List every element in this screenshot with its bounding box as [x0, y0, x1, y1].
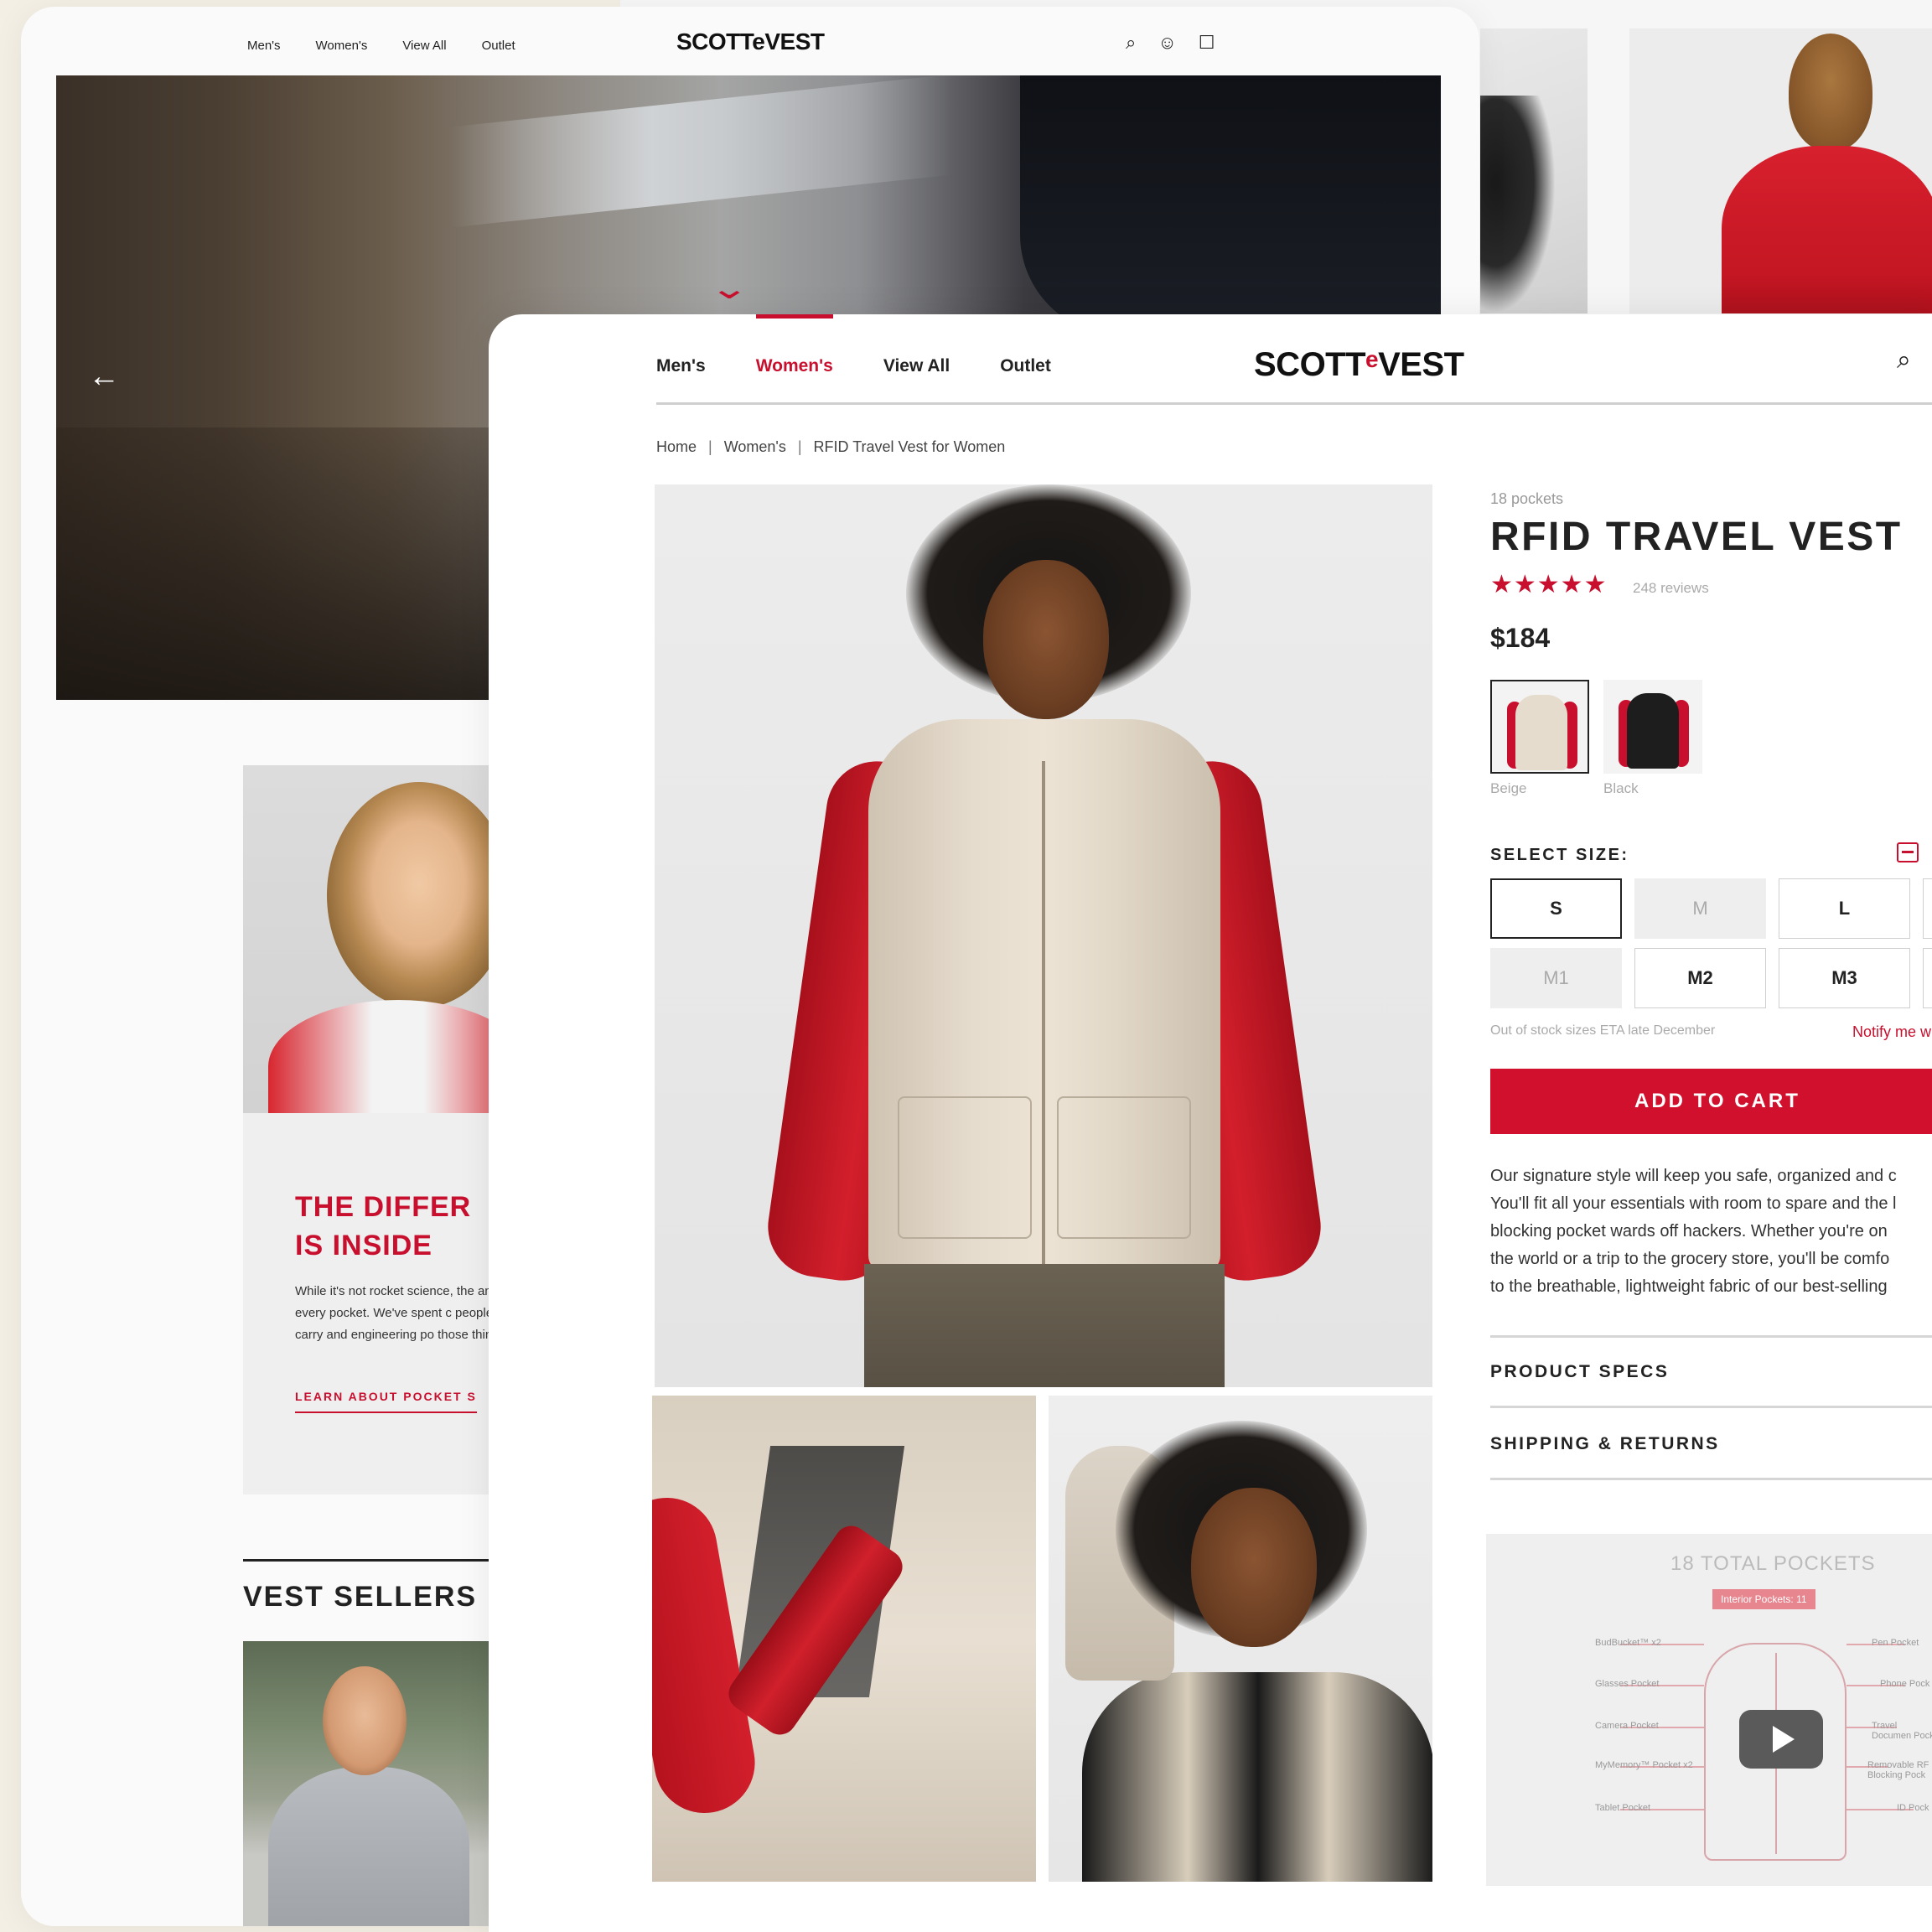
size-button-m3[interactable]: M3 — [1779, 948, 1910, 1008]
product-title: RFID TRAVEL VEST — [1490, 515, 1903, 559]
size-button-partial[interactable] — [1923, 878, 1932, 939]
search-icon[interactable]: ⌕ — [1126, 32, 1136, 54]
size-button-m2[interactable]: M2 — [1634, 948, 1766, 1008]
select-size-label: SELECT SIZE: — [1490, 846, 1629, 864]
chevron-down-icon[interactable]: ⌄ — [709, 271, 749, 306]
breadcrumb-current: RFID Travel Vest for Women — [813, 438, 1006, 455]
nav-link-womens[interactable]: Women's — [755, 314, 833, 376]
account-icon[interactable]: ☺ — [1158, 32, 1176, 54]
size-guide-icon[interactable] — [1897, 842, 1919, 862]
notify-me-link[interactable]: Notify me w — [1852, 1023, 1931, 1041]
size-button-m[interactable]: M — [1634, 878, 1766, 939]
out-of-stock-note: Out of stock sizes ETA late December — [1490, 1023, 1716, 1038]
play-button[interactable] — [1739, 1710, 1823, 1769]
pocket-label: MyMemory™ Pocket x2 — [1595, 1760, 1693, 1770]
accordion-product-specs[interactable]: PRODUCT SPECS — [1490, 1362, 1669, 1382]
feature-text: While it's not rocket science, the and e… — [295, 1284, 510, 1342]
star-rating: ★★★★★ — [1490, 571, 1608, 598]
product-detail-photo-hood[interactable] — [1049, 1396, 1432, 1882]
pocket-map-title: 18 TOTAL POCKETS — [1670, 1552, 1876, 1575]
color-label-black: Black — [1603, 780, 1639, 796]
breadcrumb: Home | Women's | RFID Travel Vest for Wo… — [656, 438, 1006, 456]
pocket-label: Phone Pock — [1880, 1679, 1930, 1689]
pocket-label: Pen Pocket — [1872, 1638, 1919, 1648]
pocket-count: 18 pockets — [1490, 490, 1564, 507]
product-main-photo[interactable] — [655, 484, 1432, 1387]
feature-photo — [243, 765, 520, 1113]
product-nav: Men's Women's View All Outlet — [656, 314, 1101, 376]
product-photo-back — [1629, 28, 1932, 313]
pocket-label: Tablet Pocket — [1595, 1803, 1651, 1813]
color-label-beige: Beige — [1490, 780, 1527, 796]
product-photo-side — [1480, 28, 1588, 313]
size-button-l[interactable]: L — [1779, 878, 1910, 939]
section-divider — [243, 1559, 520, 1562]
pocket-label: Removable RF Blocking Pock — [1867, 1760, 1929, 1780]
color-swatch-beige[interactable] — [1490, 680, 1589, 774]
nav-divider — [656, 402, 1932, 405]
pocket-label: BudBucket™ x2 — [1595, 1638, 1661, 1648]
feature-card: THE DIFFER IS INSIDE While it's not rock… — [243, 765, 520, 1494]
breadcrumb-home[interactable]: Home — [656, 438, 697, 456]
logo[interactable]: SCOTTeVEST — [1254, 346, 1464, 384]
homepage-nav: Men's Women's View All Outlet SCOTTeVEST… — [21, 7, 1479, 75]
learn-more-link[interactable]: LEARN ABOUT POCKET S — [295, 1390, 477, 1413]
pocket-label: Glasses Pocket — [1595, 1679, 1660, 1689]
color-swatch-black[interactable] — [1603, 680, 1702, 774]
price: $184 — [1490, 623, 1551, 653]
play-icon — [1773, 1726, 1795, 1753]
nav-link-mens[interactable]: Men's — [656, 356, 706, 376]
vest-sellers-heading: VEST SELLERS — [243, 1581, 478, 1613]
vest-seller-photo[interactable] — [243, 1641, 495, 1926]
pocket-label: ID Pock — [1897, 1803, 1929, 1813]
nav-link-view-all[interactable]: View All — [883, 356, 950, 376]
search-icon[interactable]: ⌕ — [1897, 346, 1911, 375]
feature-title: THE DIFFER IS INSIDE — [295, 1191, 472, 1261]
review-count[interactable]: 248 reviews — [1633, 580, 1709, 597]
accordion-shipping-returns[interactable]: SHIPPING & RETURNS — [1490, 1434, 1720, 1454]
logo[interactable]: SCOTTeVEST — [676, 28, 825, 55]
size-button-m1[interactable]: M1 — [1490, 948, 1622, 1008]
nav-link-womens[interactable]: Women's — [316, 39, 368, 53]
nav-link-outlet[interactable]: Outlet — [1000, 356, 1051, 376]
nav-link-view-all[interactable]: View All — [402, 39, 446, 53]
pocket-label: Camera Pocket — [1595, 1721, 1659, 1731]
size-button-s[interactable]: S — [1490, 878, 1622, 939]
accordion-divider — [1490, 1478, 1932, 1480]
product-page-window: Men's Women's View All Outlet SCOTTeVEST… — [489, 314, 1932, 1932]
pocket-label: Travel Documen Pock — [1872, 1721, 1932, 1741]
product-detail-photo-pocket[interactable] — [652, 1396, 1036, 1882]
size-button-partial-2[interactable] — [1923, 948, 1932, 1008]
cart-icon[interactable]: ☐ — [1199, 32, 1215, 54]
nav-link-mens[interactable]: Men's — [247, 39, 281, 53]
background-product-photos — [1480, 28, 1932, 313]
accordion-divider — [1490, 1335, 1932, 1338]
product-description: Our signature style will keep you safe, … — [1490, 1167, 1897, 1296]
nav-link-outlet[interactable]: Outlet — [482, 39, 515, 53]
pocket-map-video[interactable]: 18 TOTAL POCKETS Interior Pockets: 11 Bu… — [1486, 1534, 1932, 1886]
breadcrumb-womens[interactable]: Women's — [724, 438, 786, 456]
add-to-cart-button[interactable]: ADD TO CART — [1490, 1069, 1932, 1134]
arrow-left-icon[interactable]: ← — [88, 359, 120, 395]
interior-pockets-badge: Interior Pockets: 11 — [1712, 1589, 1815, 1609]
accordion-divider — [1490, 1406, 1932, 1408]
